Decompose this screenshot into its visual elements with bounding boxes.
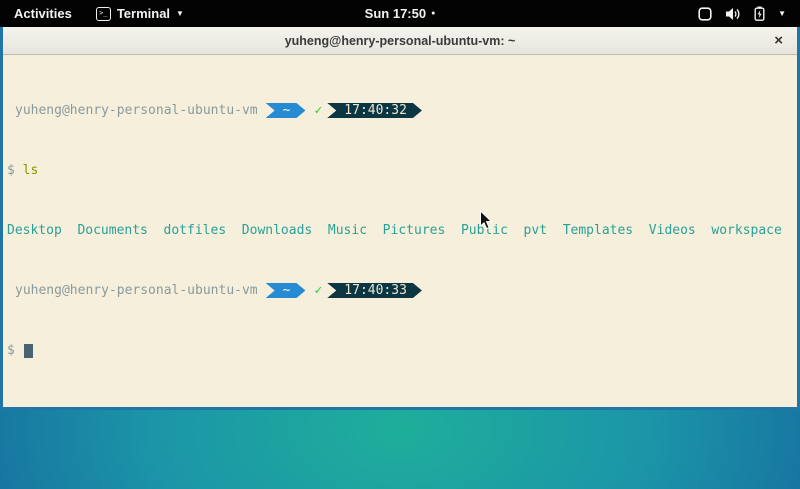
command-line: $ ls [7, 163, 795, 178]
window-titlebar[interactable]: yuheng@henry-personal-ubuntu-vm: ~ × [3, 27, 797, 55]
clock-label: Sun 17:50 [365, 6, 426, 21]
time-segment: 17:40:32 [327, 103, 422, 118]
status-check-icon: ✓ [314, 283, 322, 298]
file-list-line: Desktop Documents dotfiles Downloads Mus… [7, 223, 795, 238]
window-title: yuheng@henry-personal-ubuntu-vm: ~ [3, 34, 797, 48]
app-menu-button[interactable]: >_ Terminal ▼ [86, 0, 194, 27]
terminal-app-icon: >_ [96, 7, 111, 21]
prompt-line: yuheng@henry-personal-ubuntu-vm ~ ✓ 17:4… [7, 103, 795, 118]
user-host-label: yuheng@henry-personal-ubuntu-vm [15, 283, 258, 298]
battery-charging-icon [754, 6, 765, 21]
terminal-window: yuheng@henry-personal-ubuntu-vm: ~ × yuh… [0, 27, 800, 410]
mouse-cursor-icon [479, 210, 493, 231]
top-bar: Activities >_ Terminal ▼ Sun 17:50 ● ▼ [0, 0, 800, 27]
cwd-segment: ~ [266, 283, 306, 298]
command-text: ls [23, 163, 39, 178]
volume-icon [725, 7, 741, 21]
user-host-label: yuheng@henry-personal-ubuntu-vm [15, 103, 258, 118]
terminal-cursor [24, 344, 33, 358]
command-line: $ [7, 343, 795, 358]
close-button[interactable]: × [774, 33, 783, 48]
activities-button[interactable]: Activities [0, 0, 86, 27]
chevron-down-icon: ▼ [778, 9, 786, 18]
terminal-screen[interactable]: yuheng@henry-personal-ubuntu-vm ~ ✓ 17:4… [3, 55, 797, 407]
prompt-line: yuheng@henry-personal-ubuntu-vm ~ ✓ 17:4… [7, 283, 795, 298]
app-menu-label: Terminal [117, 6, 170, 21]
prompt-symbol: $ [7, 343, 15, 358]
status-check-icon: ✓ [314, 103, 322, 118]
time-segment: 17:40:33 [327, 283, 422, 298]
notification-dot-icon: ● [431, 10, 435, 17]
prompt-symbol: $ [7, 163, 15, 178]
cwd-segment: ~ [266, 103, 306, 118]
screen-icon [698, 7, 712, 21]
system-tray-button[interactable]: ▼ [684, 0, 800, 27]
chevron-down-icon: ▼ [176, 9, 184, 18]
